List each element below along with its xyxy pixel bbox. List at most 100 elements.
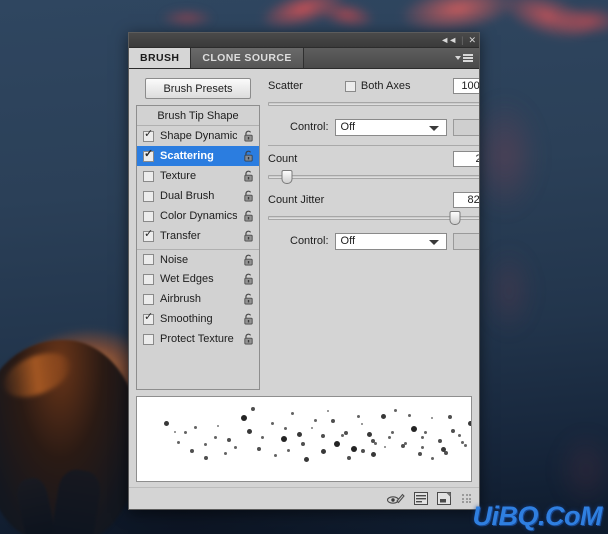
brush-option-airbrush[interactable]: Airbrush (137, 289, 259, 309)
brush-option-dual-brush[interactable]: Dual Brush (137, 186, 259, 206)
brush-option-label: Dual Brush (160, 190, 215, 202)
count-jitter-label: Count Jitter (268, 194, 325, 206)
count-slider[interactable] (268, 170, 479, 184)
scatter-row: Scatter Both Axes 1000% (268, 77, 479, 95)
scatter-label: Scatter (268, 80, 303, 92)
count-jitter-slider[interactable] (268, 211, 479, 225)
close-icon[interactable]: ✕ (468, 35, 475, 45)
brush-dab (340, 433, 344, 437)
lock-icon[interactable] (243, 230, 254, 242)
brush-tip-shape-header[interactable]: Brush Tip Shape (137, 106, 259, 126)
tab-brush[interactable]: BRUSH (129, 48, 192, 68)
brush-option-label: Color Dynamics (160, 210, 237, 222)
brush-dab (314, 418, 318, 422)
brush-dab (417, 452, 422, 457)
lock-icon[interactable] (243, 273, 254, 285)
brush-option-smoothing[interactable]: Smoothing (137, 309, 259, 329)
count-control-label: Control: (290, 235, 329, 247)
brush-dab (334, 440, 341, 447)
brush-option-checkbox[interactable] (143, 312, 154, 325)
brush-option-checkbox[interactable] (143, 210, 154, 222)
lock-icon[interactable] (243, 190, 254, 202)
count-row: Count 2 (268, 150, 479, 168)
count-jitter-value-field[interactable]: 82% (452, 192, 479, 208)
brush-dab (300, 442, 305, 447)
brush-option-transfer[interactable]: Transfer (137, 226, 259, 246)
brush-dab (447, 415, 452, 420)
brush-option-checkbox[interactable] (143, 229, 154, 242)
brush-option-color-dynamics[interactable]: Color Dynamics (137, 206, 259, 226)
brush-dab (163, 420, 169, 426)
brush-dab (464, 444, 468, 448)
brush-dab (280, 436, 287, 443)
brush-option-protect-texture[interactable]: Protect Texture (137, 329, 259, 349)
brush-dab (257, 447, 262, 452)
brush-dab (240, 415, 247, 422)
both-axes-checkbox[interactable]: Both Axes (344, 80, 411, 92)
count-control-row: Control: Off (268, 231, 479, 251)
scatter-value-field[interactable]: 1000% (452, 78, 479, 94)
lock-icon[interactable] (243, 254, 254, 266)
lock-icon[interactable] (243, 150, 254, 162)
brush-option-texture[interactable]: Texture (137, 166, 259, 186)
brush-options-column: Brush Presets Brush Tip Shape Shape Dyna… (136, 75, 260, 390)
brush-dab (327, 410, 330, 413)
brush-option-checkbox[interactable] (143, 333, 154, 345)
brush-option-wet-edges[interactable]: Wet Edges (137, 269, 259, 289)
brush-option-label: Scattering (160, 150, 214, 162)
brush-option-scattering[interactable]: Scattering (137, 146, 259, 166)
count-value-field[interactable]: 2 (452, 151, 479, 167)
scatter-control-dropdown[interactable]: Off (334, 118, 447, 136)
brush-dab (260, 435, 264, 439)
brush-option-checkbox[interactable] (143, 170, 154, 182)
lock-icon[interactable] (243, 210, 254, 222)
brush-dab (357, 415, 361, 419)
tab-clone-source[interactable]: CLONE SOURCE (191, 48, 304, 68)
count-control-dropdown[interactable]: Off (334, 232, 447, 250)
scatter-control-label: Control: (290, 121, 329, 133)
nebula-wisp (470, 96, 540, 216)
collapse-icon[interactable]: ◄◄ (440, 35, 457, 45)
scatter-control-row: Control: Off (268, 117, 479, 137)
brush-dab (407, 413, 411, 417)
scatter-control-disabled-field (452, 118, 479, 136)
lock-icon[interactable] (243, 293, 254, 305)
new-brush-icon[interactable] (437, 492, 451, 505)
panel-menu-icon[interactable] (455, 54, 473, 62)
lock-icon[interactable] (243, 170, 254, 182)
brush-option-shape-dynamics[interactable]: Shape Dynamics (137, 126, 259, 146)
count-slider-thumb[interactable] (281, 170, 293, 184)
resize-grip-icon[interactable] (462, 494, 471, 503)
brush-option-checkbox[interactable] (143, 293, 154, 305)
brush-option-noise[interactable]: Noise (137, 249, 259, 269)
scatter-slider[interactable] (268, 97, 479, 111)
eye-brush-icon[interactable] (387, 492, 405, 506)
brush-option-checkbox[interactable] (143, 129, 154, 142)
lock-icon[interactable] (243, 333, 254, 345)
brush-dab (247, 428, 253, 434)
brush-dab (173, 430, 176, 433)
brush-panel: ◄◄ | ✕ BRUSH CLONE SOURCE Brush Presets (128, 32, 480, 510)
brush-dab (374, 442, 378, 446)
brush-dab (297, 432, 303, 438)
lock-icon[interactable] (243, 313, 254, 325)
brush-dab (287, 449, 291, 453)
brush-option-label: Shape Dynamics (160, 130, 237, 142)
brush-dab (430, 417, 433, 420)
brush-dab (387, 435, 391, 439)
brush-option-checkbox[interactable] (143, 149, 154, 162)
brush-dab (420, 445, 424, 449)
count-jitter-slider-thumb[interactable] (449, 211, 461, 225)
both-axes-label: Both Axes (360, 80, 411, 92)
brush-presets-button[interactable]: Brush Presets (145, 78, 251, 99)
brush-dab (430, 457, 434, 461)
brush-dab (227, 438, 232, 443)
lock-icon[interactable] (243, 130, 254, 142)
brush-dab (450, 428, 455, 433)
brush-option-checkbox[interactable] (143, 190, 154, 202)
brush-dab (310, 427, 313, 430)
brush-option-checkbox[interactable] (143, 273, 154, 285)
brush-option-label: Texture (160, 170, 197, 182)
preset-manager-icon[interactable] (414, 492, 428, 505)
brush-option-checkbox[interactable] (143, 254, 154, 265)
